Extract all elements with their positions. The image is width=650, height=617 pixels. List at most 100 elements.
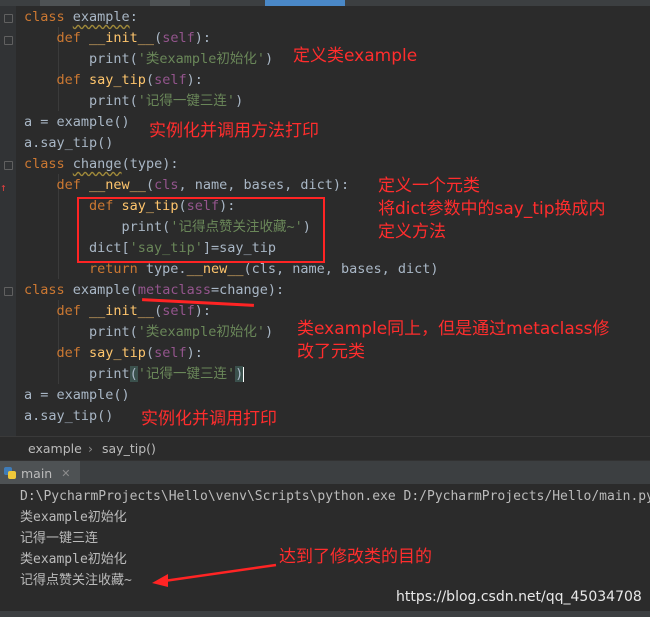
code-token: a = example()	[24, 114, 130, 130]
console-line: 记得点赞关注收藏~	[20, 573, 132, 588]
code-line[interactable]: def say_tip(self):	[24, 70, 203, 91]
run-tab-label: main	[21, 465, 53, 481]
code-token: )	[235, 93, 244, 109]
text-cursor	[243, 366, 245, 382]
code-line[interactable]: def say_tip(self):	[24, 343, 203, 364]
override-marker-icon: ↑	[0, 181, 7, 194]
code-token: self	[154, 72, 187, 88]
code-token: __init__	[89, 30, 155, 46]
code-line[interactable]: class change(type):	[24, 154, 178, 175]
code-token: (cls, name, bases, dict)	[243, 261, 439, 277]
code-line[interactable]: def __new__(cls, name, bases, dict):	[24, 175, 350, 196]
code-token: class	[24, 282, 73, 298]
code-token: (	[154, 303, 163, 319]
code-token: return	[24, 261, 146, 277]
code-token: example	[72, 9, 130, 25]
code-token: metaclass	[137, 282, 211, 298]
code-token: cls	[154, 177, 179, 193]
console-line: 类example初始化	[20, 510, 127, 525]
code-token: type.	[145, 261, 187, 277]
breadcrumb-separator: ›	[88, 441, 93, 456]
code-token: example	[72, 282, 130, 298]
code-token: class	[24, 156, 73, 172]
code-line[interactable]: print('类example初始化')	[24, 49, 273, 70]
console-line: D:\PycharmProjects\Hello\venv\Scripts\py…	[20, 489, 650, 504]
code-token: print	[24, 366, 130, 382]
code-line[interactable]: a = example()	[24, 385, 130, 406]
tool-window-bar	[0, 611, 650, 617]
code-token: print(	[24, 324, 138, 340]
code-line[interactable]: a.say_tip()	[24, 133, 113, 154]
code-token: )	[264, 51, 274, 67]
run-tool-window-header: main ✕	[0, 460, 650, 485]
code-token: print(	[24, 51, 138, 67]
code-token: ):	[186, 72, 203, 88]
breadcrumb: example › say_tip()	[0, 436, 650, 461]
code-token: def	[24, 177, 90, 193]
annotation-metaclass: 定义一个元类 将dict参数中的say_tip换成内 定义方法	[378, 176, 606, 242]
run-tab-main[interactable]: main ✕	[0, 461, 81, 485]
code-token: (	[129, 366, 138, 382]
console-line: 记得一键三连	[20, 531, 99, 546]
editor-gutter: ↑	[0, 6, 16, 436]
code-token: (	[129, 282, 138, 298]
code-token: a = example()	[24, 387, 130, 403]
annotation-define-class: 定义类example	[293, 46, 418, 66]
code-token: __new__	[89, 177, 146, 193]
code-token: ):	[194, 30, 211, 46]
code-token: def	[24, 30, 90, 46]
code-token: change	[72, 156, 122, 172]
code-token: , name, bases, dict):	[178, 177, 350, 193]
annotation-example-metaclass: 类example同上，但是通过metaclass修 改了元类	[297, 319, 610, 362]
console-line: 类example初始化	[20, 552, 127, 567]
python-icon	[4, 467, 16, 479]
code-line[interactable]: a = example()	[24, 112, 130, 133]
code-token: '类example初始化'	[137, 324, 265, 340]
code-line[interactable]: def __init__(self):	[24, 301, 211, 322]
code-token: a.say_tip()	[24, 135, 114, 151]
code-token: self	[154, 345, 187, 361]
code-line[interactable]: def __init__(self):	[24, 28, 211, 49]
code-token: __init__	[89, 303, 155, 319]
code-token: say_tip	[89, 345, 146, 361]
code-token: (	[145, 177, 155, 193]
code-token: ):	[186, 345, 203, 361]
code-token: =change):	[210, 282, 285, 298]
fold-marker-icon[interactable]	[4, 36, 13, 45]
code-token: print(	[24, 93, 138, 109]
code-line[interactable]: print('记得一键三连')	[24, 91, 243, 112]
code-token: )	[264, 324, 274, 340]
code-token: '记得一键三连'	[137, 366, 236, 382]
code-token: class	[24, 9, 73, 25]
code-token: self	[162, 30, 195, 46]
highlight-box	[77, 197, 325, 263]
code-token: say_tip	[89, 72, 146, 88]
code-line[interactable]: print('类example初始化')	[24, 322, 273, 343]
code-token: self	[162, 303, 195, 319]
breadcrumb-item-class[interactable]: example	[28, 441, 82, 456]
code-token: def	[24, 345, 90, 361]
code-line[interactable]: print('记得一键三连')	[24, 364, 245, 385]
code-line[interactable]: class example:	[24, 7, 138, 28]
code-token: :	[129, 9, 138, 25]
code-token: (	[154, 30, 163, 46]
arrow-icon	[152, 563, 277, 587]
watermark-text: https://blog.csdn.net/qq_45034708	[396, 589, 642, 605]
fold-marker-icon[interactable]	[4, 161, 13, 170]
breadcrumb-item-method[interactable]: say_tip()	[102, 441, 156, 456]
fold-marker-icon[interactable]	[4, 14, 13, 23]
code-token: __new__	[186, 261, 244, 277]
code-line[interactable]: a.say_tip()	[24, 406, 113, 427]
code-token: a.say_tip()	[24, 408, 114, 424]
annotation-instantiate-2: 实例化并调用打印	[141, 409, 277, 429]
annotation-instantiate: 实例化并调用方法打印	[149, 121, 319, 141]
code-token: def	[24, 303, 90, 319]
code-token: (	[145, 345, 155, 361]
code-token: (type):	[121, 156, 179, 172]
code-token: ):	[194, 303, 211, 319]
code-token: '记得一键三连'	[137, 93, 236, 109]
code-token: )	[235, 366, 244, 382]
close-icon[interactable]: ✕	[61, 467, 70, 480]
fold-marker-icon[interactable]	[4, 287, 13, 296]
annotation-result: 达到了修改类的目的	[279, 547, 432, 567]
